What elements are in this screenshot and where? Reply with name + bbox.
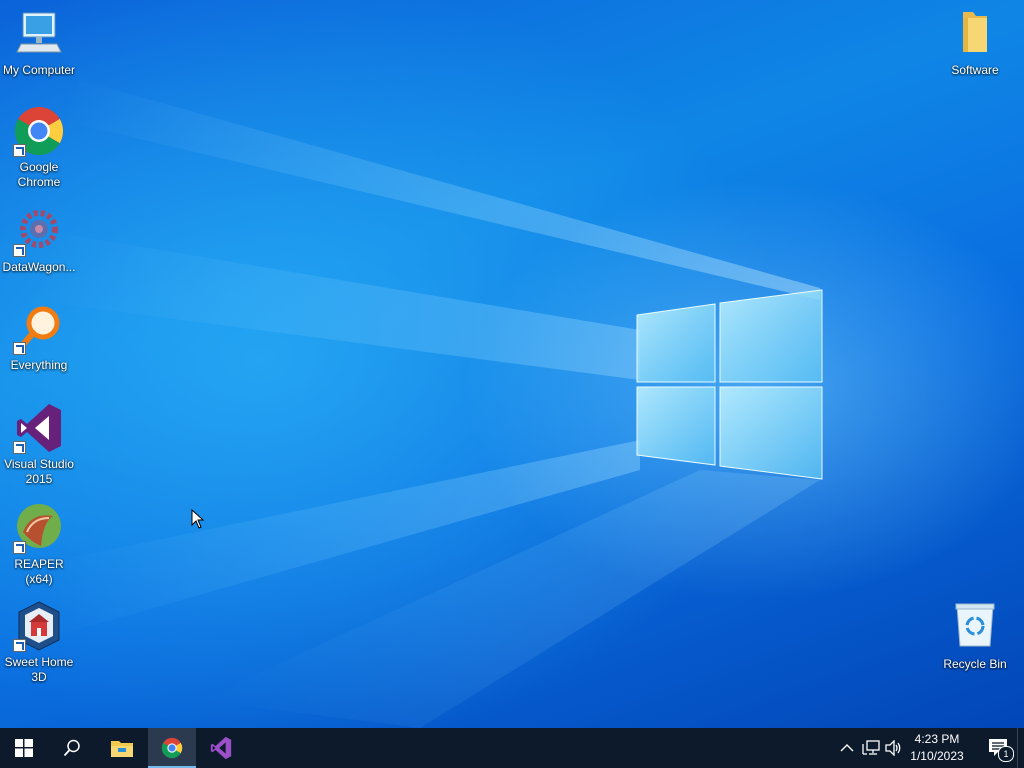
desktop-icon-label: Visual Studio 2015	[4, 457, 74, 486]
visual-studio-icon	[210, 736, 232, 760]
shortcut-arrow-icon	[13, 541, 26, 554]
taskbar-file-explorer[interactable]	[98, 728, 146, 768]
desktop-icon-label: DataWagon...	[2, 260, 76, 274]
chevron-up-icon	[840, 744, 854, 752]
shortcut-arrow-icon	[13, 244, 26, 257]
desktop-icon-label: Google Chrome	[17, 160, 61, 189]
reaper-icon	[13, 502, 65, 554]
desktop-icon-label: Sweet Home 3D	[4, 655, 74, 684]
search-button[interactable]	[48, 728, 96, 768]
desktop-icon-everything[interactable]: Everything	[0, 303, 78, 373]
sweet-home-3d-icon	[13, 600, 65, 652]
network-icon	[862, 740, 880, 755]
desktop-icon-recycle-bin[interactable]: Recycle Bin	[936, 602, 1014, 672]
desktop-icon-reaper[interactable]: REAPER (x64)	[0, 502, 78, 587]
show-desktop-button[interactable]	[1017, 728, 1024, 768]
desktop-icon-datawagon[interactable]: DataWagon...	[0, 205, 78, 275]
desktop-icon-my-computer[interactable]: My Computer	[0, 8, 78, 78]
visual-studio-icon	[13, 402, 65, 454]
datawagon-icon	[13, 205, 65, 257]
taskbar: 4:23 PM 1/10/2023 1	[0, 728, 1024, 768]
desktop-icon-software-folder[interactable]: Software	[936, 8, 1014, 78]
shortcut-arrow-icon	[13, 441, 26, 454]
taskbar-visual-studio[interactable]	[197, 728, 245, 768]
clock-date: 1/10/2023	[910, 749, 964, 763]
network-button[interactable]	[861, 738, 881, 758]
desktop-icon-label: REAPER (x64)	[14, 557, 64, 586]
desktop-icon-sweet-home-3d[interactable]: Sweet Home 3D	[0, 600, 78, 685]
desktop-icon-visual-studio[interactable]: Visual Studio 2015	[0, 402, 78, 487]
taskbar-chrome[interactable]	[148, 728, 196, 768]
desktop[interactable]: My Computer Google Chrome DataWagon... E…	[0, 0, 1024, 728]
desktop-icon-label: Recycle Bin	[943, 657, 1007, 671]
volume-button[interactable]	[884, 738, 904, 758]
start-button[interactable]	[0, 728, 48, 768]
windows-start-icon	[15, 739, 33, 757]
search-icon	[63, 739, 80, 757]
chrome-icon	[161, 737, 183, 759]
volume-icon	[885, 740, 901, 756]
chrome-icon	[13, 105, 65, 157]
action-center-button[interactable]: 1	[986, 736, 1014, 762]
shortcut-arrow-icon	[13, 144, 26, 157]
desktop-icon-label: Software	[951, 63, 999, 77]
shortcut-arrow-icon	[13, 342, 26, 355]
clock-time: 4:23 PM	[914, 732, 960, 746]
mouse-cursor-icon	[191, 509, 205, 529]
file-explorer-icon	[111, 741, 133, 757]
taskbar-clock[interactable]: 4:23 PM 1/10/2023	[902, 731, 972, 765]
windows-logo-wallpaper	[636, 289, 823, 480]
desktop-icon-label: Everything	[10, 358, 68, 372]
folder-icon	[949, 8, 1001, 60]
desktop-icon-label: My Computer	[2, 63, 76, 77]
recycle-bin-icon	[949, 602, 1001, 654]
show-hidden-icons-button[interactable]	[837, 738, 857, 758]
notification-count-badge: 1	[998, 746, 1014, 762]
computer-icon	[13, 8, 65, 60]
everything-search-icon	[13, 303, 65, 355]
shortcut-arrow-icon	[13, 639, 26, 652]
desktop-icon-google-chrome[interactable]: Google Chrome	[0, 105, 78, 190]
